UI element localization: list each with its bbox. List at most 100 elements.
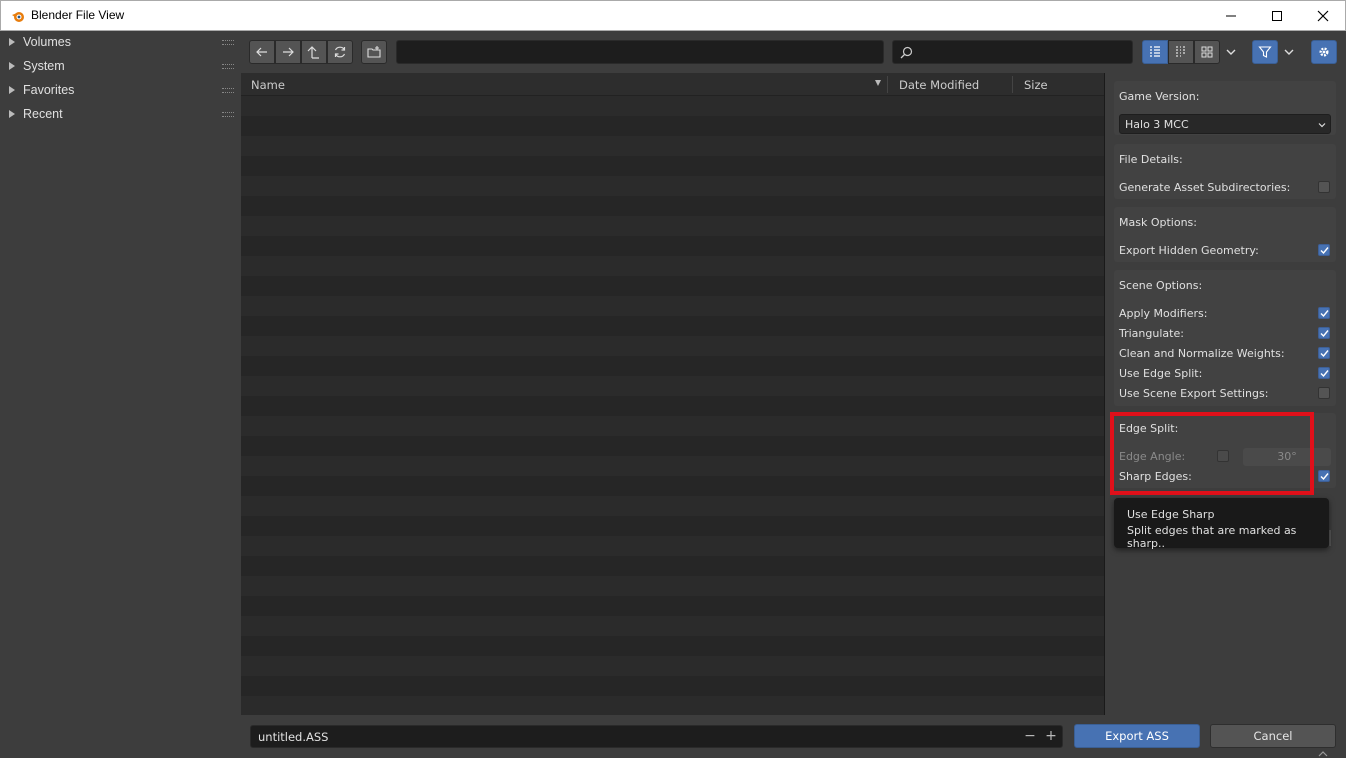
sidebar-item-label: System [23, 59, 65, 73]
options-toggle-button[interactable] [1311, 40, 1337, 64]
new-directory-button[interactable] [361, 40, 387, 64]
sidebar-item-volumes[interactable]: Volumes [0, 31, 241, 55]
checkmark-icon [1320, 330, 1329, 338]
title-bar: Blender File View [0, 0, 1346, 31]
maximize-button[interactable] [1254, 1, 1300, 31]
game-version-value: Halo 3 MCC [1125, 118, 1189, 131]
expand-triangle-icon [9, 38, 15, 46]
list-vertical-icon [1150, 46, 1160, 57]
filter-toggle-button[interactable] [1252, 40, 1278, 64]
game-version-select[interactable]: Halo 3 MCC [1119, 114, 1331, 134]
toolbar [241, 31, 1346, 73]
refresh-icon [334, 46, 346, 58]
expand-triangle-icon [9, 62, 15, 70]
apply-modifiers-label: Apply Modifiers: [1119, 307, 1208, 320]
cancel-button[interactable]: Cancel [1210, 724, 1336, 748]
new-folder-icon [367, 46, 381, 58]
clean-weights-checkbox[interactable] [1318, 347, 1330, 359]
checkmark-icon [1320, 370, 1329, 378]
use-scene-export-label: Use Scene Export Settings: [1119, 387, 1269, 400]
increment-filename-icon[interactable]: + [1044, 728, 1058, 744]
maximize-icon [1272, 11, 1282, 21]
display-list-horizontal-button[interactable] [1168, 40, 1194, 64]
column-separator[interactable] [887, 76, 888, 93]
sidebar-item-label: Favorites [23, 83, 75, 97]
display-thumbnails-button[interactable] [1194, 40, 1220, 64]
checkmark-icon [1320, 473, 1329, 481]
display-list-vertical-button[interactable] [1142, 40, 1168, 64]
parent-directory-button[interactable] [301, 40, 327, 64]
decrement-filename-icon[interactable]: − [1023, 728, 1037, 744]
scene-options-section: Scene Options: Apply Modifiers: Triangul… [1114, 270, 1336, 406]
list-horizontal-icon [1176, 46, 1185, 57]
expand-triangle-icon [9, 110, 15, 118]
bottom-bar: untitled.ASS − + Export ASS Cancel [241, 715, 1346, 758]
export-button[interactable]: Export ASS [1074, 724, 1200, 748]
resize-chevron-icon[interactable] [1318, 749, 1328, 758]
refresh-button[interactable] [327, 40, 353, 64]
use-edge-split-checkbox[interactable] [1318, 367, 1330, 379]
filename-value: untitled.ASS [258, 730, 329, 744]
close-button[interactable] [1300, 1, 1346, 31]
generate-subdirs-checkbox[interactable] [1318, 181, 1330, 193]
column-size[interactable]: Size [1024, 78, 1048, 92]
sidebar-item-favorites[interactable]: Favorites [0, 79, 241, 103]
sidebar-item-system[interactable]: System [0, 55, 241, 79]
file-list-rows [241, 96, 1104, 715]
sidebar-item-label: Recent [23, 107, 63, 121]
gear-icon [1319, 47, 1329, 57]
clean-weights-label: Clean and Normalize Weights: [1119, 347, 1285, 360]
chevron-down-icon [1226, 49, 1236, 55]
filename-input[interactable]: untitled.ASS − + [250, 725, 1063, 748]
tooltip: Use Edge Sharp Split edges that are mark… [1114, 498, 1329, 550]
checkmark-icon [1320, 310, 1329, 318]
sharp-edges-checkbox[interactable] [1318, 470, 1330, 482]
use-edge-split-label: Use Edge Split: [1119, 367, 1203, 380]
triangulate-label: Triangulate: [1119, 327, 1184, 340]
filter-settings-dropdown[interactable] [1278, 40, 1300, 64]
drag-grip-icon[interactable] [222, 88, 234, 93]
directory-path-input[interactable] [396, 40, 884, 64]
column-date-modified[interactable]: Date Modified [899, 78, 979, 92]
game-version-section: Game Version: Halo 3 MCC [1114, 81, 1336, 135]
file-details-section: File Details: Generate Asset Subdirector… [1114, 144, 1336, 199]
arrow-up-icon [307, 46, 319, 59]
sidebar-item-label: Volumes [23, 35, 71, 49]
blender-logo-icon [12, 12, 24, 22]
file-details-heading: File Details: [1119, 153, 1183, 166]
forward-button[interactable] [275, 40, 301, 64]
options-panel: Game Version: Halo 3 MCC File Details: G… [1105, 73, 1346, 715]
drag-grip-icon[interactable] [222, 40, 234, 45]
generate-subdirs-label: Generate Asset Subdirectories: [1119, 181, 1291, 194]
apply-modifiers-checkbox[interactable] [1318, 307, 1330, 319]
grid-icon [1201, 46, 1213, 58]
column-name[interactable]: Name [251, 78, 285, 92]
chevron-down-icon [1318, 123, 1326, 128]
tooltip-description: Split edges that are marked as sharp.. [1127, 524, 1297, 550]
file-list-header: Name Date Modified Size [241, 73, 1104, 96]
arrow-right-icon [283, 47, 294, 57]
window-title: Blender File View [31, 8, 125, 22]
file-list[interactable]: Name Date Modified Size [241, 73, 1104, 715]
triangulate-checkbox[interactable] [1318, 327, 1330, 339]
filter-funnel-icon [1258, 46, 1272, 58]
sort-descending-icon [875, 80, 881, 86]
drag-grip-icon[interactable] [222, 64, 234, 69]
expand-triangle-icon [9, 86, 15, 94]
export-hidden-checkbox[interactable] [1318, 244, 1330, 256]
sidebar: Volumes System Favorites Recent [0, 31, 241, 758]
filter-search-input[interactable] [892, 40, 1133, 64]
highlight-box [1110, 412, 1314, 495]
back-button[interactable] [249, 40, 275, 64]
display-settings-dropdown[interactable] [1220, 40, 1242, 64]
game-version-label: Game Version: [1119, 90, 1200, 103]
sidebar-item-recent[interactable]: Recent [0, 103, 241, 127]
mask-options-section: Mask Options: Export Hidden Geometry: [1114, 207, 1336, 262]
mask-options-heading: Mask Options: [1119, 216, 1197, 229]
column-separator[interactable] [1012, 76, 1013, 93]
export-hidden-label: Export Hidden Geometry: [1119, 244, 1259, 257]
use-scene-export-checkbox[interactable] [1318, 387, 1330, 399]
drag-grip-icon[interactable] [222, 112, 234, 117]
hidden-panel-edge [1329, 530, 1331, 546]
minimize-button[interactable] [1208, 1, 1254, 31]
